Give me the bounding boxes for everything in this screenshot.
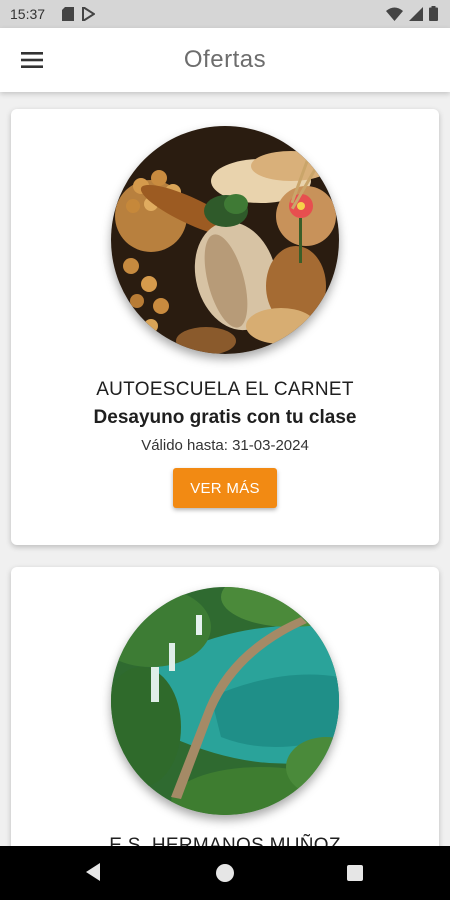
offer-company: AUTOESCUELA EL CARNET xyxy=(96,379,354,400)
play-store-icon xyxy=(82,7,95,21)
app-bar: Ofertas xyxy=(0,28,450,92)
recents-icon[interactable] xyxy=(347,865,363,881)
status-right-icons xyxy=(386,6,438,21)
battery-icon xyxy=(429,6,438,21)
back-icon[interactable] xyxy=(84,862,102,882)
wifi-icon xyxy=(386,7,403,21)
status-left-icons xyxy=(62,7,95,21)
offer-image-lake xyxy=(111,587,339,815)
status-time: 15:37 xyxy=(10,6,46,22)
system-nav-bar xyxy=(0,846,450,900)
offer-card[interactable]: E.S. HERMANOS MUÑOZ xyxy=(11,567,439,846)
offer-valid-until: Válido hasta: 31-03-2024 xyxy=(141,437,309,454)
ver-mas-button[interactable]: VER MÁS xyxy=(173,468,277,508)
offer-image-bread xyxy=(111,126,339,354)
home-icon[interactable] xyxy=(216,864,234,882)
sd-card-icon xyxy=(62,7,74,21)
offer-company: E.S. HERMANOS MUÑOZ xyxy=(109,835,341,846)
signal-icon xyxy=(409,6,423,21)
page-title: Ofertas xyxy=(183,46,267,73)
offers-list[interactable]: AUTOESCUELA EL CARNET Desayuno gratis co… xyxy=(0,92,450,846)
status-bar: 15:37 xyxy=(0,0,450,28)
offer-card[interactable]: AUTOESCUELA EL CARNET Desayuno gratis co… xyxy=(11,109,439,545)
offer-title: Desayuno gratis con tu clase xyxy=(93,407,357,428)
